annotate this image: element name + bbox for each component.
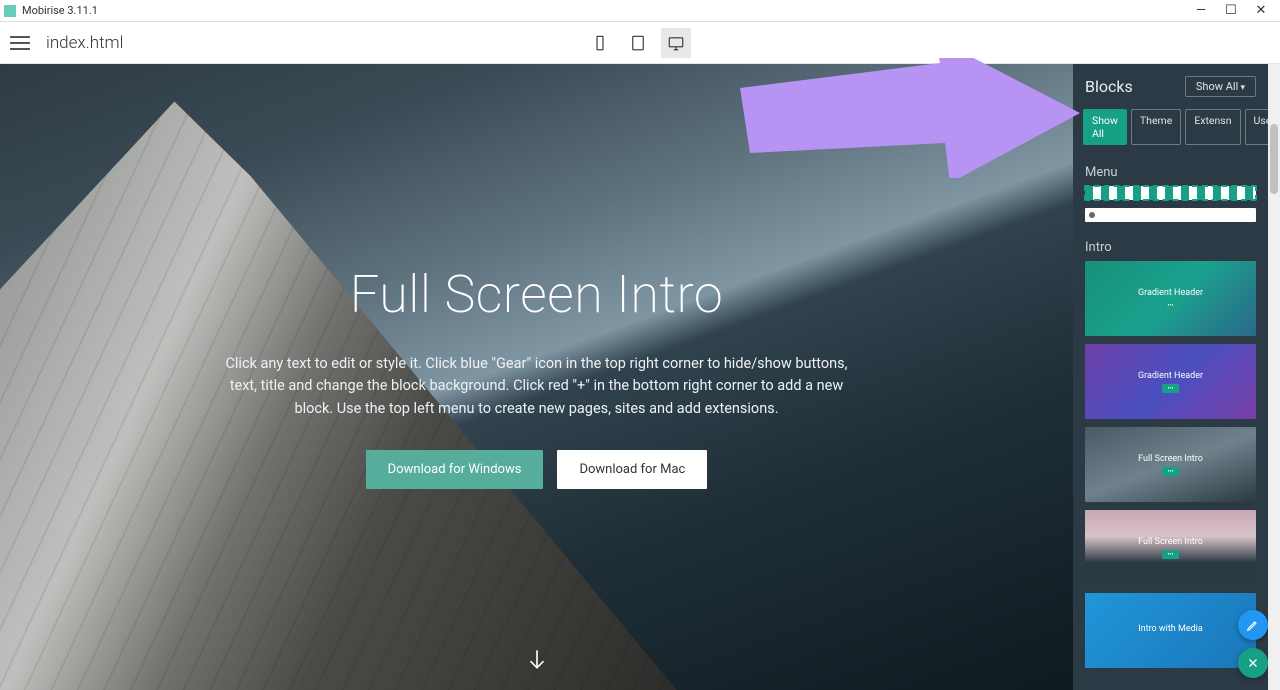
intro-block-thumb-gradient-2[interactable]: Gradient Header•••	[1085, 344, 1256, 419]
filter-show-all[interactable]: Show All	[1083, 109, 1127, 145]
filter-theme[interactable]: Theme	[1131, 109, 1181, 145]
device-desktop-button[interactable]	[661, 28, 691, 58]
hero-title[interactable]: Full Screen Intro	[60, 264, 1013, 325]
intro-block-thumb-media[interactable]: Intro with Media	[1085, 593, 1256, 668]
download-windows-button[interactable]: Download for Windows	[366, 450, 544, 489]
app-icon	[4, 5, 16, 17]
hamburger-menu-button[interactable]	[10, 31, 34, 55]
editor-canvas[interactable]: Full Screen Intro Click any text to edit…	[0, 64, 1073, 690]
blocks-panel-title: Blocks	[1085, 77, 1133, 96]
scroll-down-arrow-icon[interactable]	[524, 646, 550, 676]
blocks-showall-dropdown[interactable]: Show All	[1185, 76, 1256, 97]
device-preview-switcher	[585, 28, 691, 58]
current-filename: index.html	[46, 33, 123, 53]
section-intro-label: Intro	[1073, 230, 1268, 261]
download-mac-button[interactable]: Download for Mac	[557, 450, 707, 489]
section-menu-label: Menu	[1073, 155, 1268, 186]
desktop-icon	[667, 34, 685, 52]
scrollbar-thumb[interactable]	[1270, 124, 1278, 194]
hero-description[interactable]: Click any text to edit or style it. Clic…	[217, 353, 857, 420]
window-minimize-button[interactable]: —	[1186, 3, 1216, 18]
filter-extensn[interactable]: Extensn	[1185, 109, 1240, 145]
edit-fab-button[interactable]	[1238, 610, 1268, 640]
close-panel-fab-button[interactable]	[1238, 648, 1268, 678]
app-title: Mobirise 3.11.1	[22, 4, 98, 17]
phone-icon	[591, 34, 609, 52]
hero-content: Full Screen Intro Click any text to edit…	[0, 264, 1073, 489]
device-tablet-button[interactable]	[623, 28, 653, 58]
intro-block-thumb-gradient-1[interactable]: Gradient Header•••	[1085, 261, 1256, 336]
close-icon	[1247, 657, 1259, 669]
window-close-button[interactable]: ✕	[1246, 3, 1276, 18]
pencil-icon	[1246, 618, 1260, 632]
panel-vertical-scrollbar[interactable]	[1268, 64, 1280, 690]
blocks-panel: Blocks Show All Show All Theme Extensn U…	[1073, 64, 1268, 690]
blocks-filter-row: Show All Theme Extensn User	[1073, 109, 1268, 155]
toolbar: index.html	[0, 22, 1280, 64]
menu-block-thumb-2[interactable]	[1085, 208, 1256, 222]
tablet-icon	[629, 34, 647, 52]
window-maximize-button[interactable]: ☐	[1216, 3, 1246, 18]
intro-block-thumb-fullscreen-1[interactable]: Full Screen Intro•••	[1085, 427, 1256, 502]
device-phone-button[interactable]	[585, 28, 615, 58]
intro-block-thumb-fullscreen-2[interactable]: Full Screen Intro•••	[1085, 510, 1256, 585]
menu-block-thumb-1[interactable]	[1085, 186, 1256, 200]
window-titlebar: Mobirise 3.11.1 — ☐ ✕	[0, 0, 1280, 22]
